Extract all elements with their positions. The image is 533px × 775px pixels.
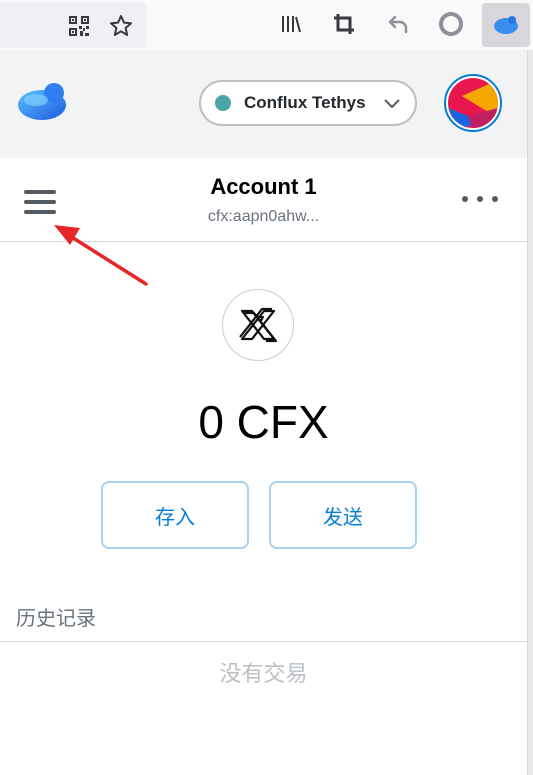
balance-amount: 0 CFX [198, 396, 329, 448]
deposit-button[interactable]: 存入 [101, 481, 249, 549]
account-avatar[interactable] [444, 74, 502, 132]
history-heading: 历史记录 [16, 608, 96, 630]
qr-code-icon[interactable] [64, 11, 94, 41]
fluent-extension-icon[interactable] [482, 3, 530, 47]
record-icon[interactable] [436, 9, 466, 39]
browser-toolbar [0, 0, 533, 50]
url-bar-end[interactable] [0, 2, 146, 48]
send-button[interactable]: 发送 [269, 481, 417, 549]
empty-history-message: 没有交易 [219, 661, 308, 686]
kebab-menu-icon[interactable] [462, 194, 498, 204]
fluent-logo-icon[interactable] [16, 80, 70, 129]
network-name: Conflux Tethys [244, 93, 366, 112]
history-divider [0, 641, 527, 642]
network-selector[interactable]: Conflux Tethys [199, 80, 417, 126]
wallet-popup: Conflux Tethys Account 1 cfx:aapn0ahw... [0, 50, 528, 775]
page-background [528, 50, 533, 775]
crop-icon[interactable] [329, 9, 359, 39]
header-divider [0, 241, 527, 242]
popup-header: Conflux Tethys [0, 50, 527, 158]
star-icon[interactable] [106, 11, 136, 41]
library-icon[interactable] [276, 9, 306, 39]
cfx-token-icon [222, 289, 294, 361]
network-status-dot [215, 95, 231, 111]
undo-icon[interactable] [383, 9, 413, 39]
chevron-down-icon [383, 94, 401, 117]
account-address[interactable]: cfx:aapn0ahw... [0, 208, 527, 226]
account-name[interactable]: Account 1 [0, 174, 527, 200]
